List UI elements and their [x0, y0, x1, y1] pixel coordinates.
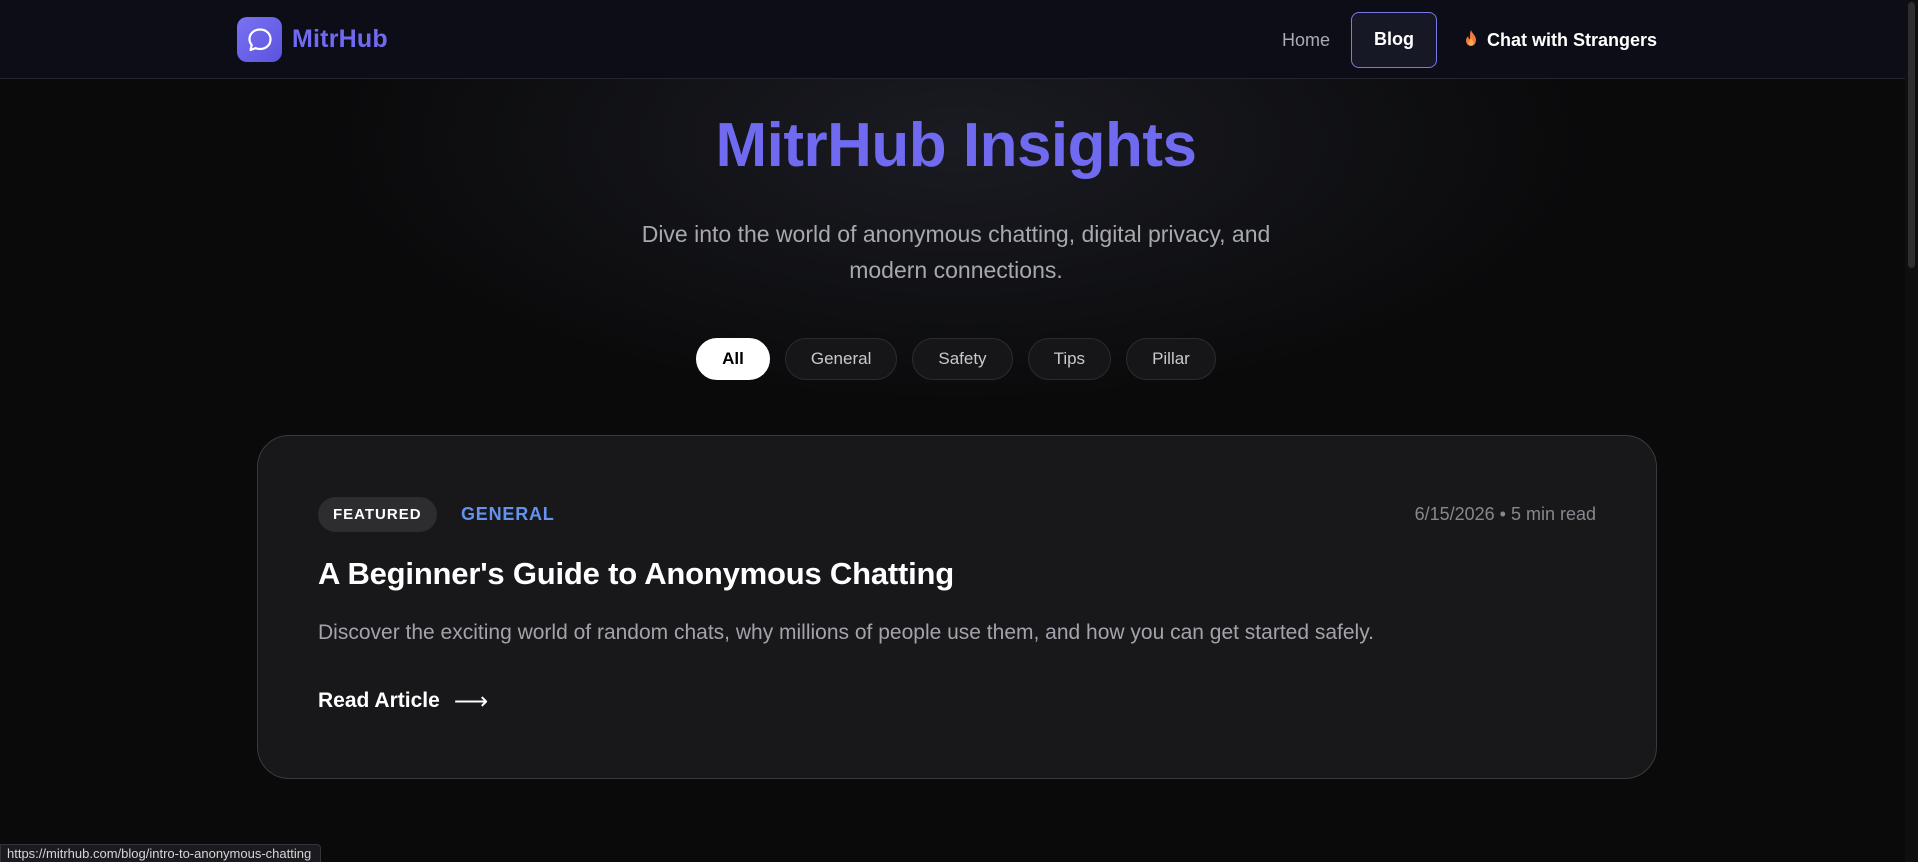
filter-all[interactable]: All [696, 338, 770, 380]
read-article-label: Read Article [318, 689, 440, 712]
nav-home-link[interactable]: Home [1261, 12, 1351, 68]
category-filter-bar: All General Safety Tips Pillar [0, 338, 1912, 380]
main-nav: Home Blog Chat with Strangers [1261, 12, 1657, 68]
chat-bubble-icon [237, 17, 282, 62]
featured-badge: FEATURED [318, 497, 437, 532]
chat-with-strangers-button[interactable]: Chat with Strangers [1437, 29, 1657, 52]
filter-tips[interactable]: Tips [1027, 338, 1112, 380]
filter-pillar[interactable]: Pillar [1126, 338, 1216, 380]
chat-with-strangers-label: Chat with Strangers [1486, 29, 1657, 50]
filter-safety[interactable]: Safety [912, 338, 1013, 380]
post-meta: 6/15/2026 • 5 min read [1414, 504, 1596, 524]
scrollbar-thumb[interactable] [1908, 2, 1915, 268]
brand-logo-link[interactable]: MitrHub [237, 17, 388, 62]
page-title: MitrHub Insights [715, 111, 1197, 180]
page-subtitle: Dive into the world of anonymous chattin… [641, 221, 1271, 283]
post-description: Discover the exciting world of random ch… [318, 621, 1374, 644]
page-scrollbar[interactable] [1905, 0, 1918, 862]
featured-post-card[interactable]: FEATURED GENERAL 6/15/2026 • 5 min read … [257, 435, 1657, 779]
fire-icon [1463, 29, 1479, 52]
top-navigation-bar: MitrHub Home Blog Chat with Strangers [0, 0, 1918, 79]
link-preview-status: https://mitrhub.com/blog/intro-to-anonym… [0, 844, 322, 862]
filter-general[interactable]: General [784, 338, 898, 380]
brand-name: MitrHub [292, 25, 388, 53]
nav-blog-link[interactable]: Blog [1350, 12, 1437, 68]
read-article-link[interactable]: Read Article ⟶ [318, 687, 488, 715]
arrow-right-icon: ⟶ [453, 687, 489, 715]
post-category: GENERAL [461, 504, 555, 524]
post-title: A Beginner's Guide to Anonymous Chatting [318, 556, 955, 591]
